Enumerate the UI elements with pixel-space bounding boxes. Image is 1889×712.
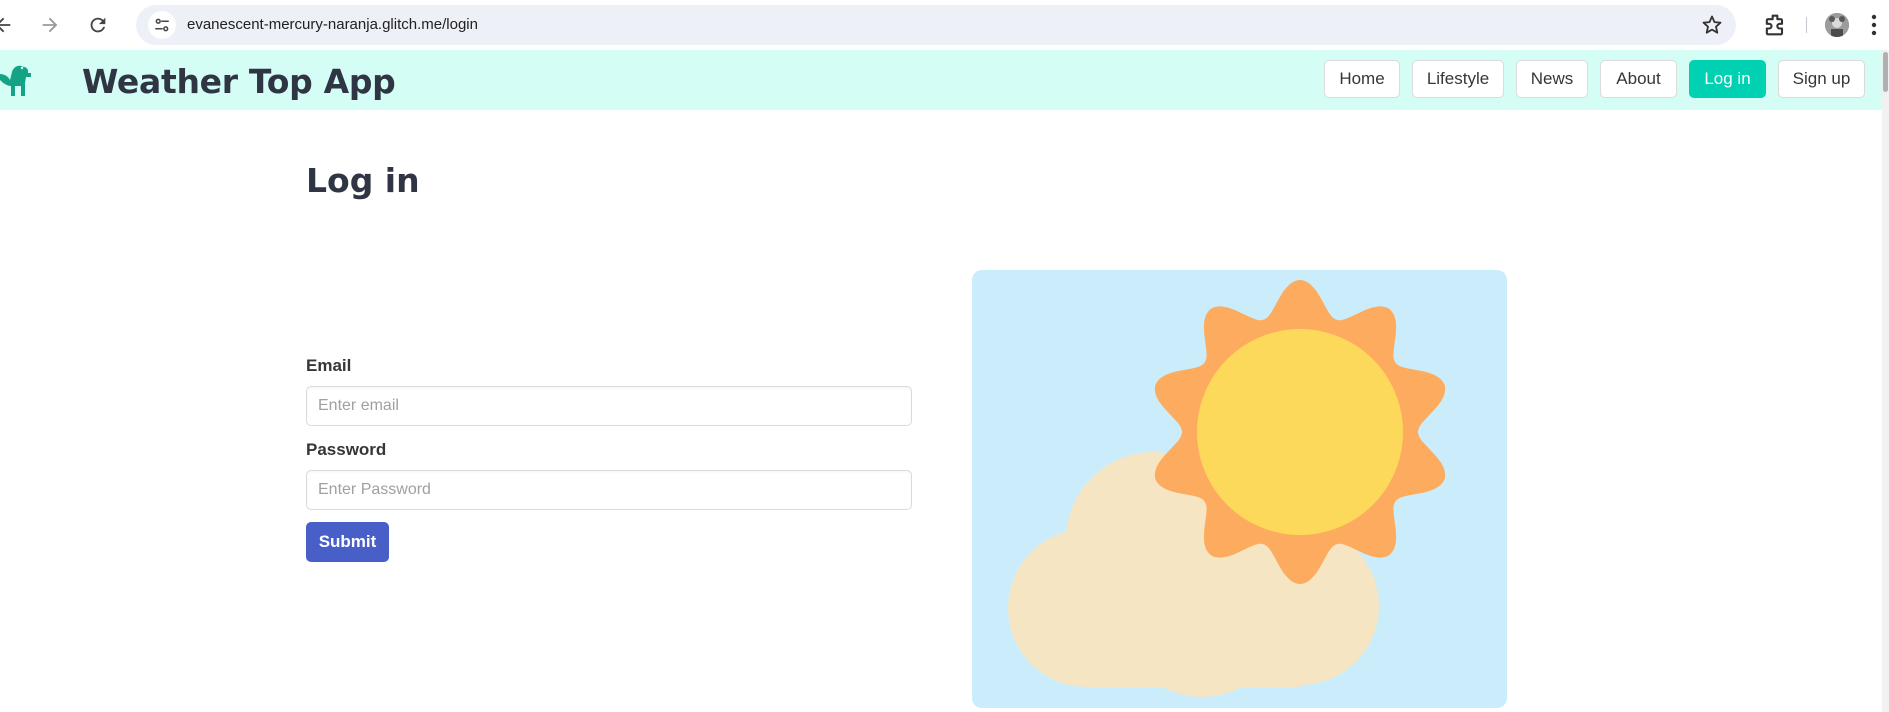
weather-illustration-card xyxy=(972,270,1507,708)
page-scrollbar[interactable] xyxy=(1882,50,1889,712)
nav-news[interactable]: News xyxy=(1516,60,1588,98)
back-arrow-icon[interactable] xyxy=(0,10,18,40)
extensions-icon[interactable] xyxy=(1761,11,1789,39)
nav-signup[interactable]: Sign up xyxy=(1778,60,1865,98)
nav-lifestyle[interactable]: Lifestyle xyxy=(1412,60,1504,98)
profile-avatar[interactable] xyxy=(1825,13,1849,37)
reload-icon[interactable] xyxy=(83,10,113,40)
nav-login[interactable]: Log in xyxy=(1689,60,1766,98)
scrollbar-thumb[interactable] xyxy=(1883,52,1888,92)
more-menu-icon[interactable] xyxy=(1870,12,1878,38)
nav-home[interactable]: Home xyxy=(1324,60,1400,98)
browser-toolbar: evanescent-mercury-naranja.glitch.me/log… xyxy=(0,0,1889,50)
forward-arrow-icon[interactable] xyxy=(35,10,65,40)
toolbar-divider xyxy=(1806,17,1807,33)
site-navbar: Weather Top App Home Lifestyle News Abou… xyxy=(0,50,1882,110)
sun-cloud-illustration xyxy=(1008,280,1446,697)
brand-title[interactable]: Weather Top App xyxy=(82,62,396,101)
page-title: Log in xyxy=(306,161,420,200)
bookmark-star-icon[interactable] xyxy=(1700,13,1724,37)
url-text[interactable]: evanescent-mercury-naranja.glitch.me/log… xyxy=(187,16,478,33)
address-bar[interactable]: evanescent-mercury-naranja.glitch.me/log… xyxy=(136,5,1736,45)
email-field[interactable] xyxy=(306,386,912,426)
password-label: Password xyxy=(306,440,387,459)
submit-button[interactable]: Submit xyxy=(306,522,389,562)
site-settings-icon[interactable] xyxy=(148,11,176,39)
email-label: Email xyxy=(306,356,352,375)
brand-logo-icon[interactable] xyxy=(0,60,32,98)
nav-about[interactable]: About xyxy=(1600,60,1677,98)
password-field[interactable] xyxy=(306,470,912,510)
